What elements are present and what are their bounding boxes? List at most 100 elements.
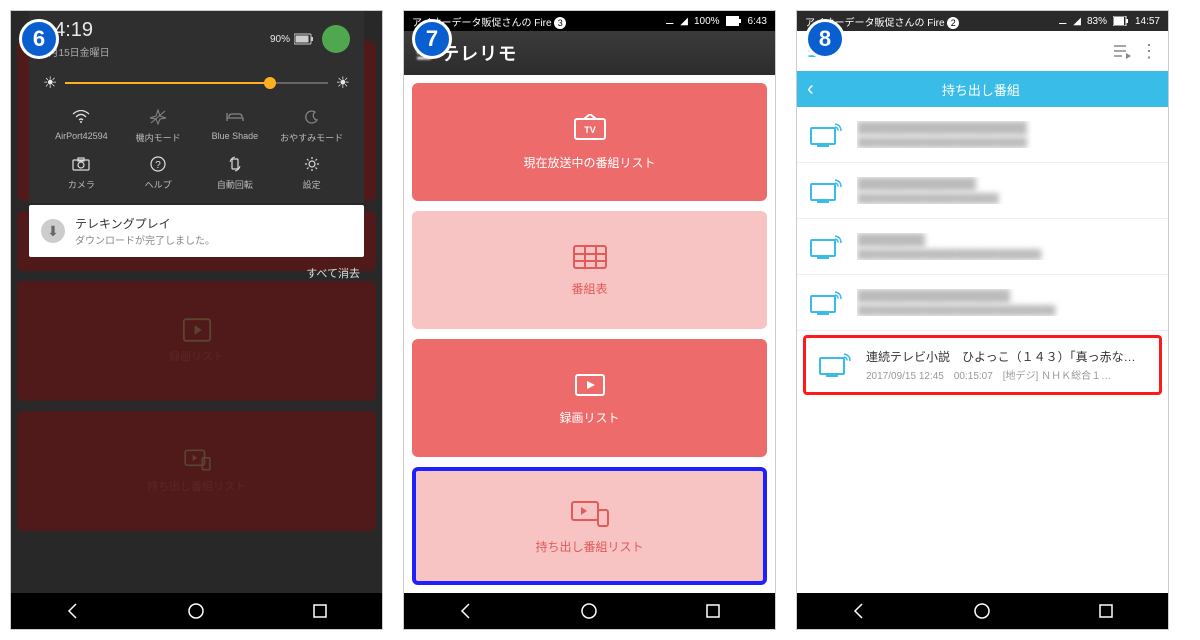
main-menu: TV 現在放送中の番組リスト 番組表 録画リスト 持ち出し番組リスト (404, 75, 775, 593)
notification-item[interactable]: ⬇ テレキングプレイ ダウンロードが完了しました。 (29, 205, 364, 257)
program-list[interactable]: ████████████████████████████████████████… (797, 107, 1168, 593)
item-meta: 2017/09/15 12:45 00:15:07 [地デジ] ＮＨＫ総合１… (866, 367, 1147, 382)
item-meta: ████████████████████████ (857, 137, 1156, 148)
list-item[interactable]: ████████████████████████████████████████… (797, 107, 1168, 163)
app-header: ☰ テレリモ (404, 31, 775, 75)
home-icon[interactable] (580, 602, 598, 620)
screen-6: 6 録画リスト 持ち出し番組リスト 14:19 9月15日金曜日 (10, 10, 383, 630)
item-meta: ████████████████████████████ (857, 305, 1156, 316)
export-icon (568, 498, 612, 528)
device-icon (809, 290, 845, 316)
card-onair[interactable]: TV 現在放送中の番組リスト (412, 83, 767, 201)
qs-blueshade[interactable]: Blue Shade (197, 107, 274, 144)
battery-pct: 83% (1087, 16, 1107, 27)
card-guide[interactable]: 番組表 (412, 211, 767, 329)
card-export-list[interactable]: 持ち出し番組リスト (412, 467, 767, 585)
qs-wifi[interactable]: AirPort42594 (43, 107, 120, 144)
wifi-icon (43, 107, 120, 127)
back-chevron-icon[interactable]: ‹ (797, 78, 824, 101)
tv-icon: TV (570, 114, 610, 144)
play-icon (572, 371, 608, 399)
profile-avatar[interactable] (322, 25, 350, 53)
battery-pct: 100% (694, 16, 720, 27)
card-label: 録画リスト (559, 409, 619, 426)
list-item[interactable]: 連続テレビ小説 ひよっこ（１４３）「真っ赤なハ…2017/09/15 12:45… (803, 335, 1162, 395)
status-user: アイオーデータ販促さんの Fire 3 (412, 14, 659, 29)
svg-text:?: ? (155, 160, 161, 171)
android-navbar (404, 593, 775, 629)
status-bar: アイオーデータ販促さんの Fire 2 ⚊ ◢ 83% 14:57 (797, 11, 1168, 31)
list-item[interactable]: ██████████████████████████████████ (797, 219, 1168, 275)
device-icon (809, 234, 845, 260)
list-item[interactable]: ████████████████████████████████████████… (797, 275, 1168, 331)
device-icon (809, 122, 845, 148)
notification-title: テレキングプレイ (75, 215, 215, 232)
recents-icon[interactable] (704, 602, 722, 620)
android-navbar (11, 593, 382, 629)
qs-camera[interactable]: カメラ (43, 154, 120, 191)
item-meta: ████████████████████ (857, 193, 1156, 204)
card-label: 現在放送中の番組リスト (523, 154, 655, 171)
qs-label: おやすみモード (280, 133, 343, 143)
recents-icon[interactable] (311, 602, 329, 620)
step-badge: 8 (805, 19, 845, 59)
playlist-icon[interactable] (1112, 43, 1132, 59)
qs-settings[interactable]: 設定 (273, 154, 350, 191)
device-icon (818, 352, 854, 378)
item-title: ████████████████████ (857, 121, 1156, 135)
item-meta: ██████████████████████████ (857, 249, 1156, 260)
more-icon[interactable]: ⋮ (1140, 41, 1158, 62)
back-icon[interactable] (64, 602, 82, 620)
status-bar: アイオーデータ販促さんの Fire 3 ⚊ ◢ 100% 6:43 (404, 11, 775, 31)
bluetooth-icon: ⚊ (665, 16, 674, 27)
back-icon[interactable] (457, 602, 475, 620)
svg-text:TV: TV (584, 125, 596, 135)
notification-panel: 14:19 9月15日金曜日 90% ☀ ☀ AirPort42594 機内モー… (29, 11, 364, 289)
status-user: アイオーデータ販促さんの Fire 2 (805, 14, 1052, 29)
step-badge: 6 (19, 19, 59, 59)
clear-all-button[interactable]: すべて消去 (29, 257, 364, 289)
qs-label: 設定 (303, 180, 321, 190)
brightness-high-icon: ☀ (336, 73, 350, 93)
brightness-slider[interactable]: ☀ ☀ (43, 73, 350, 93)
sub-header: ‹ 持ち出し番組 (797, 71, 1168, 107)
back-icon[interactable] (850, 602, 868, 620)
screen-7: 7 アイオーデータ販促さんの Fire 3 ⚊ ◢ 100% 6:43 ☰ テレ… (403, 10, 776, 630)
step-badge: 7 (412, 19, 452, 59)
card-label: 持ち出し番組リスト (535, 538, 643, 555)
card-label: 番組表 (571, 280, 607, 297)
qs-label: 機内モード (136, 133, 181, 143)
status-time: 14:57 (1135, 16, 1160, 27)
app-toolbar: ☰ ⋮ (797, 31, 1168, 71)
wifi-icon: ◢ (1073, 16, 1081, 27)
app-title: テレリモ (441, 40, 517, 66)
recents-icon[interactable] (1097, 602, 1115, 620)
help-icon: ? (120, 154, 197, 174)
qs-dnd[interactable]: おやすみモード (273, 107, 350, 144)
battery-indicator: 90% (270, 33, 314, 45)
qs-label: カメラ (68, 180, 95, 190)
card-recordings[interactable]: 録画リスト (412, 339, 767, 457)
rotate-icon (197, 154, 274, 174)
camera-icon (43, 154, 120, 174)
list-item[interactable]: ██████████████████████████████████ (797, 163, 1168, 219)
home-icon[interactable] (187, 602, 205, 620)
qs-airplane[interactable]: 機内モード (120, 107, 197, 144)
status-time: 6:43 (748, 16, 767, 27)
screen-8: 8 アイオーデータ販促さんの Fire 2 ⚊ ◢ 83% 14:57 ☰ ⋮ … (796, 10, 1169, 630)
qs-help[interactable]: ? ヘルプ (120, 154, 197, 191)
qs-label: AirPort42594 (55, 131, 108, 141)
home-icon[interactable] (973, 602, 991, 620)
bed-icon (197, 107, 274, 127)
battery-icon (1113, 16, 1129, 26)
sub-header-title: 持ち出し番組 (824, 80, 1168, 99)
item-title: ████████ (857, 233, 1156, 247)
android-navbar (797, 593, 1168, 629)
grid-icon (572, 244, 608, 270)
notification-subtitle: ダウンロードが完了しました。 (75, 232, 215, 247)
qs-label: ヘルプ (145, 180, 172, 190)
moon-icon (273, 107, 350, 127)
qs-rotate[interactable]: 自動回転 (197, 154, 274, 191)
download-icon: ⬇ (41, 219, 65, 243)
battery-icon (726, 16, 742, 26)
